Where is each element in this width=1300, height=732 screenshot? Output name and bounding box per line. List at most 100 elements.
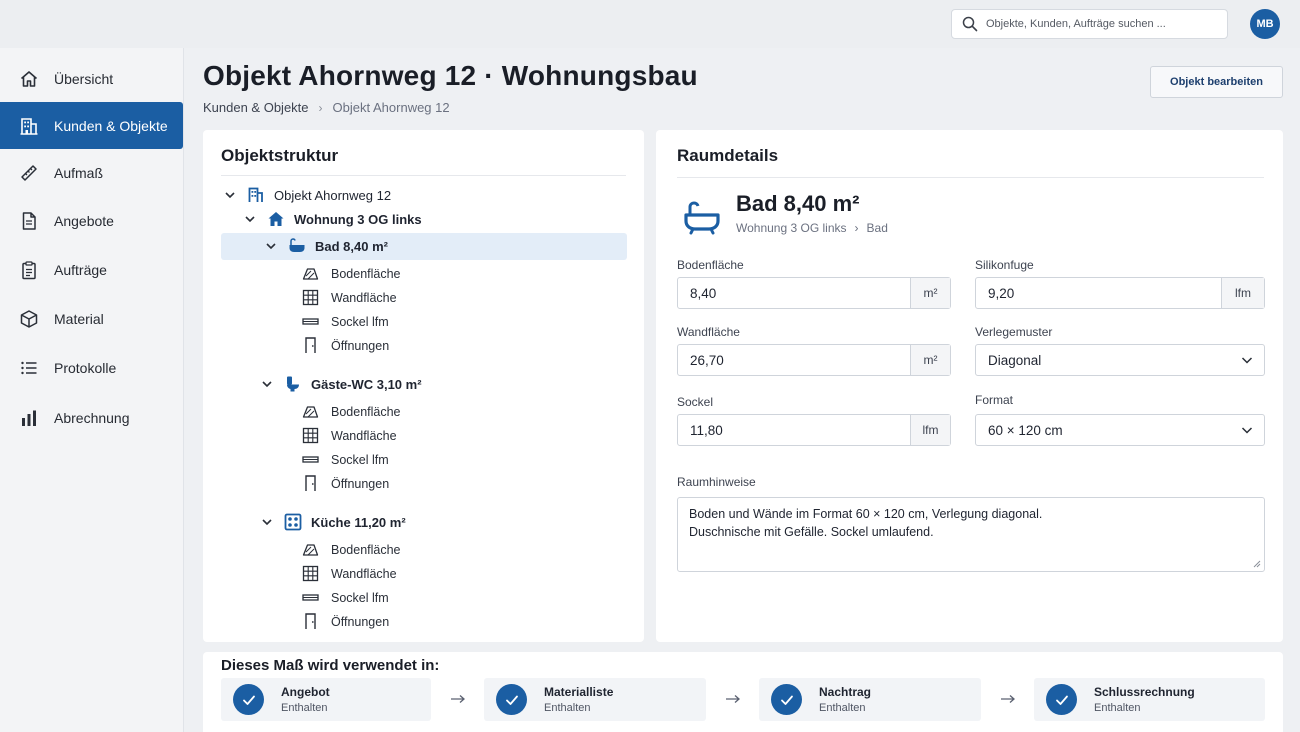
tree-label: Küche 11,20 m²: [311, 514, 406, 530]
notes-line: Boden und Wände im Format 60 × 120 cm, V…: [689, 507, 1043, 521]
sidebar-item-uebersicht[interactable]: Übersicht: [0, 55, 183, 102]
tree-label: Sockel lfm: [331, 452, 389, 467]
bodenflaeche-field[interactable]: 8,40 m²: [677, 277, 951, 309]
sidebar-item-aufmass[interactable]: Aufmaß: [0, 149, 183, 196]
chevron-down-icon[interactable]: [260, 515, 274, 529]
arrow-right-icon: [1001, 695, 1015, 703]
tree-measure-bodenflaeche[interactable]: Bodenfläche: [302, 265, 401, 282]
tree-measure-sockel[interactable]: Sockel lfm: [302, 313, 389, 330]
sidebar-item-label: Kunden & Objekte: [54, 117, 168, 134]
bathtub-icon: [684, 201, 720, 235]
wandflaeche-value[interactable]: 26,70: [678, 345, 910, 375]
tree-label: Bad 8,40 m²: [315, 238, 388, 254]
tree-label: Öffnungen: [331, 338, 390, 353]
avatar[interactable]: MB: [1250, 9, 1280, 39]
tree-node-apartment[interactable]: Wohnung 3 OG links: [243, 210, 422, 228]
bathtub-icon: [289, 238, 305, 252]
tree-measure-sockel[interactable]: Sockel lfm: [302, 589, 389, 606]
divider: [221, 175, 626, 176]
home-icon: [20, 70, 38, 87]
tree-label: Bodenfläche: [331, 266, 401, 281]
sockel-value[interactable]: 11,80: [678, 415, 910, 445]
step-name: Materialliste: [544, 685, 614, 699]
tree-measure-sockel[interactable]: Sockel lfm: [302, 451, 389, 468]
tree-node-room-gaeste-wc[interactable]: Gäste-WC 3,10 m²: [260, 375, 422, 393]
sidebar-item-auftraege[interactable]: Aufträge: [0, 246, 183, 293]
tree-measure-wandflaeche[interactable]: Wandfläche: [302, 289, 397, 306]
room-breadcrumb-item[interactable]: Wohnung 3 OG links: [736, 221, 847, 235]
stove-icon: [284, 513, 302, 531]
tree-node-room-kueche[interactable]: Küche 11,20 m²: [260, 513, 406, 531]
usage-step-materialliste[interactable]: Materialliste Enthalten: [484, 678, 706, 721]
edit-object-button[interactable]: Objekt bearbeiten: [1150, 66, 1283, 98]
breadcrumb: Kunden & Objekte › Objekt Ahornweg 12: [203, 100, 450, 115]
field-label-wandflaeche: Wandfläche: [677, 325, 740, 339]
room-notes-textarea[interactable]: Boden und Wände im Format 60 × 120 cm, V…: [677, 497, 1265, 572]
page-title: Objekt Ahornweg 12 · Wohnungsbau: [203, 60, 698, 91]
building-icon: [248, 187, 263, 202]
chevron-down-icon[interactable]: [223, 188, 237, 202]
sidebar-item-label: Protokolle: [54, 359, 117, 376]
sidebar-item-protokolle[interactable]: Protokolle: [0, 344, 183, 391]
search-box[interactable]: [951, 9, 1228, 39]
chevron-down-icon[interactable]: [243, 212, 257, 226]
format-select[interactable]: 60 × 120 cm: [975, 414, 1265, 446]
tree-label: Bodenfläche: [331, 404, 401, 419]
list-icon: [21, 361, 37, 374]
field-label-sockel: Sockel: [677, 395, 714, 409]
sidebar-item-angebote[interactable]: Angebote: [0, 197, 183, 244]
breadcrumb-current: Objekt Ahornweg 12: [332, 100, 450, 115]
tree-node-room-bad[interactable]: Bad 8,40 m²: [264, 237, 388, 255]
check-circle-icon: [496, 684, 527, 715]
tree-label: Sockel lfm: [331, 590, 389, 605]
breadcrumb-link[interactable]: Kunden & Objekte: [203, 100, 309, 115]
step-status: Enthalten: [1094, 702, 1141, 714]
door-icon: [305, 613, 316, 629]
sidebar-item-abrechnung[interactable]: Abrechnung: [0, 394, 183, 441]
tree-label: Wandfläche: [331, 290, 397, 305]
chevron-down-icon[interactable]: [260, 377, 274, 391]
tree-measure-wandflaeche[interactable]: Wandfläche: [302, 427, 397, 444]
sidebar-item-material[interactable]: Material: [0, 295, 183, 342]
usage-step-angebot[interactable]: Angebot Enthalten: [221, 678, 431, 721]
silikonfuge-field[interactable]: 9,20 lfm: [975, 277, 1265, 309]
resize-handle-icon[interactable]: [1252, 559, 1261, 568]
check-circle-icon: [233, 684, 264, 715]
tree-label: Wandfläche: [331, 428, 397, 443]
usage-step-nachtrag[interactable]: Nachtrag Enthalten: [759, 678, 981, 721]
toilet-icon: [287, 376, 299, 392]
tree-measure-bodenflaeche[interactable]: Bodenfläche: [302, 403, 401, 420]
clipboard-icon: [22, 260, 36, 279]
grid-icon: [302, 427, 319, 444]
sidebar-item-label: Aufmaß: [54, 164, 104, 181]
bodenflaeche-value[interactable]: 8,40: [678, 278, 910, 308]
step-name: Nachtrag: [819, 685, 872, 699]
silikonfuge-value[interactable]: 9,20: [976, 278, 1221, 308]
chevron-right-icon: ›: [318, 100, 323, 115]
tree-measure-wandflaeche[interactable]: Wandfläche: [302, 565, 397, 582]
chevron-down-icon: [1241, 427, 1253, 434]
building-icon: [20, 117, 38, 135]
usage-step-schlussrechnung[interactable]: Schlussrechnung Enthalten: [1034, 678, 1265, 721]
floor-area-icon: [302, 544, 319, 556]
sockel-field[interactable]: 11,80 lfm: [677, 414, 951, 446]
room-breadcrumb: Wohnung 3 OG links › Bad: [736, 221, 888, 235]
tree-measure-bodenflaeche[interactable]: Bodenfläche: [302, 541, 401, 558]
chevron-down-icon[interactable]: [264, 239, 278, 253]
tree-node-object[interactable]: Objekt Ahornweg 12: [223, 186, 391, 204]
tree-measure-oeffnungen[interactable]: Öffnungen: [302, 337, 389, 354]
sidebar-item-label: Material: [54, 310, 104, 327]
verlegemuster-select[interactable]: Diagonal: [975, 344, 1265, 376]
wandflaeche-field[interactable]: 26,70 m²: [677, 344, 951, 376]
notes-line: Duschnische mit Gefälle. Sockel umlaufen…: [689, 525, 934, 539]
door-icon: [305, 475, 316, 491]
search-input[interactable]: [986, 18, 1216, 30]
tree-measure-oeffnungen[interactable]: Öffnungen: [302, 475, 389, 492]
ruler-icon: [21, 164, 37, 181]
usage-title: Dieses Maß wird verwendet in:: [221, 657, 440, 674]
tree-label: Bodenfläche: [331, 542, 401, 557]
tree-measure-oeffnungen[interactable]: Öffnungen: [302, 613, 389, 630]
structure-title: Objektstruktur: [221, 146, 339, 165]
check-circle-icon: [771, 684, 802, 715]
sidebar-item-kunden-objekte[interactable]: Kunden & Objekte: [0, 102, 183, 149]
